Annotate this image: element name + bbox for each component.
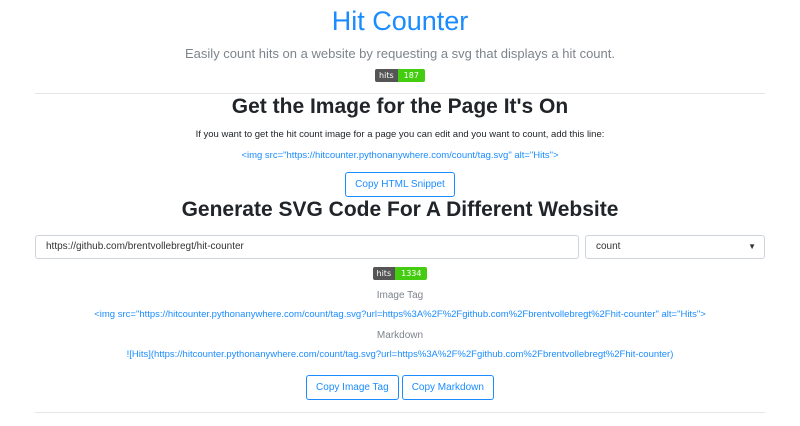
url-input[interactable]: https://github.com/brentvollebregt/hit-c… (35, 235, 579, 259)
image-tag-label: Image Tag (376, 290, 424, 301)
mode-select[interactable]: count ▼ (585, 235, 765, 259)
page-title: Hit Counter (331, 6, 469, 36)
copy-html-snippet-button[interactable]: Copy HTML Snippet (345, 172, 455, 197)
badge-label: hits (375, 69, 398, 82)
badge-count: 187 (397, 69, 425, 82)
copy-image-tag-button[interactable]: Copy Image Tag (306, 375, 399, 400)
badge-count: 1334 (395, 267, 428, 280)
page: Hit Counter Easily count hits on a websi… (35, 0, 765, 413)
section-heading-page: Get the Image for the Page It's On (231, 95, 569, 118)
copy-buttons-row: Copy Image Tag Copy Markdown (35, 375, 765, 400)
divider-bottom (35, 412, 765, 413)
image-tag-code: <img src="https://hitcounter.pythonanywh… (94, 309, 706, 320)
hit-badge-top: hits 187 (375, 69, 425, 82)
badge-label: hits (372, 267, 396, 280)
generate-form-row: https://github.com/brentvollebregt/hit-c… (35, 235, 765, 259)
markdown-label: Markdown (376, 330, 424, 341)
chevron-down-icon: ▼ (748, 242, 756, 251)
section-description: If you want to get the hit count image f… (195, 129, 605, 140)
html-snippet: <img src="https://hitcounter.pythonanywh… (241, 150, 559, 161)
mode-select-value: count (596, 241, 621, 252)
hit-badge-generated: hits 1334 (372, 267, 428, 280)
page-subtitle: Easily count hits on a website by reques… (185, 46, 615, 61)
section-heading-generate: Generate SVG Code For A Different Websit… (181, 198, 619, 221)
markdown-code: ![Hits](https://hitcounter.pythonanywher… (126, 349, 674, 360)
copy-markdown-button[interactable]: Copy Markdown (401, 375, 494, 400)
